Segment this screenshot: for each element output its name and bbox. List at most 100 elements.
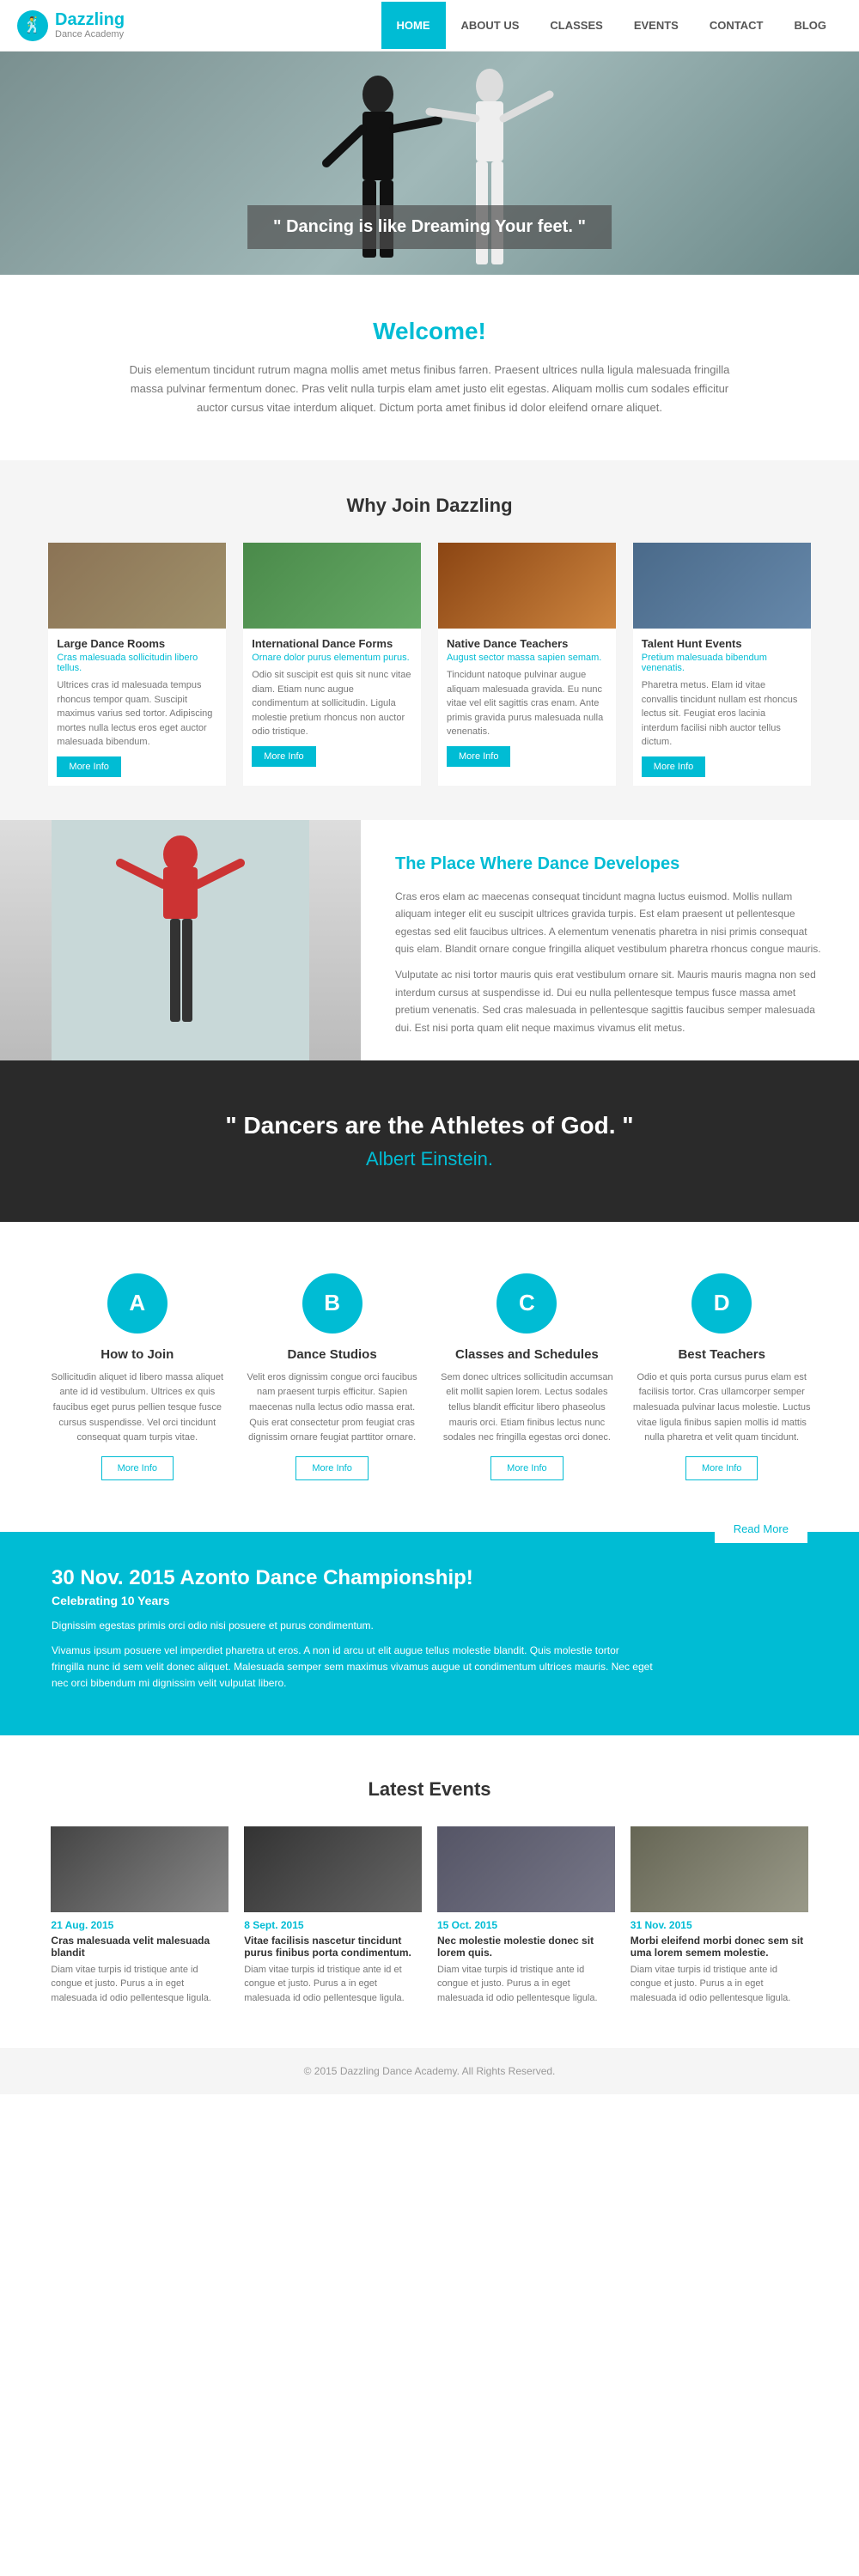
welcome-body: Duis elementum tincidunt rutrum magna mo… xyxy=(129,361,730,417)
place-dancer-svg xyxy=(0,820,361,1060)
feature-btn-2[interactable]: More Info xyxy=(490,1456,563,1480)
card-subtitle-2: August sector massa sapien semam. xyxy=(447,653,607,663)
feature-title-1: Dance Studios xyxy=(243,1347,421,1362)
event-title-2: Nec molestie molestie donec sit lorem qu… xyxy=(437,1935,615,1959)
card-title-3: Talent Hunt Events xyxy=(642,637,802,650)
feature-desc-1: Velit eros dignissim congue orci faucibu… xyxy=(243,1370,421,1446)
feature-icon-2: C xyxy=(497,1273,557,1334)
banner-subheading: Celebrating 10 Years xyxy=(52,1594,807,1607)
card-btn-3[interactable]: More Info xyxy=(642,756,705,777)
feature-0: A How to Join Sollicitudin aliquet id li… xyxy=(48,1273,226,1480)
latest-events-heading: Latest Events xyxy=(26,1778,833,1801)
hero-section: " Dancing is like Dreaming Your feet. " xyxy=(0,52,859,275)
event-date-1: 8 Sept. 2015 xyxy=(244,1919,422,1931)
card-2: Native Dance Teachers August sector mass… xyxy=(438,543,616,786)
feature-title-3: Best Teachers xyxy=(633,1347,811,1362)
logo[interactable]: 🕺 Dazzling Dance Academy xyxy=(17,10,125,41)
card-1: International Dance Forms Ornare dolor p… xyxy=(243,543,421,786)
nav-classes[interactable]: CLASSES xyxy=(534,2,618,49)
quote-attribution: Albert Einstein. xyxy=(34,1148,825,1170)
feature-title-2: Classes and Schedules xyxy=(438,1347,616,1362)
card-title-0: Large Dance Rooms xyxy=(57,637,217,650)
features-section: A How to Join Sollicitudin aliquet id li… xyxy=(0,1222,859,1532)
feature-1: B Dance Studios Velit eros dignissim con… xyxy=(243,1273,421,1480)
card-desc-2: Tincidunt natoque pulvinar augue aliquam… xyxy=(447,668,607,739)
banner-desc2: Vivamus ipsum posuere vel imperdiet phar… xyxy=(52,1643,653,1692)
card-3: Talent Hunt Events Pretium malesuada bib… xyxy=(633,543,811,786)
card-0: Large Dance Rooms Cras malesuada sollici… xyxy=(48,543,226,786)
navbar: 🕺 Dazzling Dance Academy HOME ABOUT US C… xyxy=(0,0,859,52)
event-card-2: 15 Oct. 2015 Nec molestie molestie donec… xyxy=(437,1826,615,2006)
place-content: The Place Where Dance Developes Cras ero… xyxy=(361,820,859,1060)
nav-events[interactable]: EVENTS xyxy=(618,2,694,49)
events-grid: 21 Aug. 2015 Cras malesuada velit malesu… xyxy=(26,1826,833,2006)
feature-btn-1[interactable]: More Info xyxy=(295,1456,368,1480)
nav-home[interactable]: HOME xyxy=(381,2,446,49)
card-img-0 xyxy=(48,543,226,629)
event-card-3: 31 Nov. 2015 Morbi eleifend morbi donec … xyxy=(631,1826,808,2006)
place-para1: Cras eros elam ac maecenas consequat tin… xyxy=(395,888,825,958)
card-btn-2[interactable]: More Info xyxy=(447,746,510,767)
why-join-section: Why Join Dazzling Large Dance Rooms Cras… xyxy=(0,460,859,820)
feature-btn-3[interactable]: More Info xyxy=(685,1456,758,1480)
card-subtitle-0: Cras malesuada sollicitudin libero tellu… xyxy=(57,653,217,673)
card-title-1: International Dance Forms xyxy=(252,637,412,650)
feature-btn-0[interactable]: More Info xyxy=(101,1456,174,1480)
footer: © 2015 Dazzling Dance Academy. All Right… xyxy=(0,2048,859,2094)
event-date-2: 15 Oct. 2015 xyxy=(437,1919,615,1931)
why-join-heading: Why Join Dazzling xyxy=(26,495,833,517)
nav-links: HOME ABOUT US CLASSES EVENTS CONTACT BLO… xyxy=(381,2,842,49)
place-image xyxy=(0,820,361,1060)
brand-sub: Dance Academy xyxy=(55,29,125,39)
card-subtitle-3: Pretium malesuada bibendum venenatis. xyxy=(642,653,802,673)
feature-desc-2: Sem donec ultrices sollicitudin accumsan… xyxy=(438,1370,616,1446)
hero-quote: " Dancing is like Dreaming Your feet. " xyxy=(247,205,612,249)
banner-readmore-btn[interactable]: Read More xyxy=(715,1515,807,1543)
card-subtitle-1: Ornare dolor purus elementum purus. xyxy=(252,653,412,663)
quote-text: " Dancers are the Athletes of God. " xyxy=(34,1112,825,1139)
feature-icon-0: A xyxy=(107,1273,168,1334)
event-title-1: Vitae facilisis nascetur tincidunt purus… xyxy=(244,1935,422,1959)
feature-3: D Best Teachers Odio et quis porta cursu… xyxy=(633,1273,811,1480)
event-img-3 xyxy=(631,1826,808,1912)
logo-icon: 🕺 xyxy=(17,10,48,41)
card-desc-3: Pharetra metus. Elam id vitae convallis … xyxy=(642,678,802,750)
card-btn-0[interactable]: More Info xyxy=(57,756,120,777)
nav-contact[interactable]: CONTACT xyxy=(694,2,779,49)
quote-section: " Dancers are the Athletes of God. " Alb… xyxy=(0,1060,859,1222)
event-img-1 xyxy=(244,1826,422,1912)
event-img-0 xyxy=(51,1826,228,1912)
event-title-3: Morbi eleifend morbi donec sem sit uma l… xyxy=(631,1935,808,1959)
place-section: The Place Where Dance Developes Cras ero… xyxy=(0,820,859,1060)
card-btn-1[interactable]: More Info xyxy=(252,746,315,767)
event-card-1: 8 Sept. 2015 Vitae facilisis nascetur ti… xyxy=(244,1826,422,2006)
card-desc-0: Ultrices cras id malesuada tempus rhoncu… xyxy=(57,678,217,750)
banner-section: Read More 30 Nov. 2015 Azonto Dance Cham… xyxy=(0,1532,859,1735)
welcome-heading: Welcome! xyxy=(69,318,790,345)
feature-2: C Classes and Schedules Sem donec ultric… xyxy=(438,1273,616,1480)
event-date-0: 21 Aug. 2015 xyxy=(51,1919,228,1931)
card-img-3 xyxy=(633,543,811,629)
nav-blog[interactable]: BLOG xyxy=(778,2,842,49)
latest-events-section: Latest Events 21 Aug. 2015 Cras malesuad… xyxy=(0,1735,859,2049)
logo-text: Dazzling Dance Academy xyxy=(55,10,125,39)
feature-title-0: How to Join xyxy=(48,1347,226,1362)
event-desc-2: Diam vitae turpis id tristique ante id c… xyxy=(437,1963,615,2006)
event-desc-1: Diam vitae turpis id tristique ante id e… xyxy=(244,1963,422,2006)
event-card-0: 21 Aug. 2015 Cras malesuada velit malesu… xyxy=(51,1826,228,2006)
event-desc-0: Diam vitae turpis id tristique ante id c… xyxy=(51,1963,228,2006)
feature-desc-0: Sollicitudin aliquet id libero massa ali… xyxy=(48,1370,226,1446)
banner-desc1: Dignissim egestas primis orci odio nisi … xyxy=(52,1618,653,1634)
feature-icon-1: B xyxy=(302,1273,362,1334)
card-img-1 xyxy=(243,543,421,629)
welcome-section: Welcome! Duis elementum tincidunt rutrum… xyxy=(0,275,859,460)
nav-about[interactable]: ABOUT US xyxy=(446,2,535,49)
event-date-3: 31 Nov. 2015 xyxy=(631,1919,808,1931)
card-title-2: Native Dance Teachers xyxy=(447,637,607,650)
feature-icon-3: D xyxy=(691,1273,752,1334)
features-grid: A How to Join Sollicitudin aliquet id li… xyxy=(26,1273,833,1480)
brand-name: Dazzling xyxy=(55,10,125,29)
cards-container: Large Dance Rooms Cras malesuada sollici… xyxy=(26,543,833,786)
feature-desc-3: Odio et quis porta cursus purus elam est… xyxy=(633,1370,811,1446)
event-desc-3: Diam vitae turpis id tristique ante id c… xyxy=(631,1963,808,2006)
